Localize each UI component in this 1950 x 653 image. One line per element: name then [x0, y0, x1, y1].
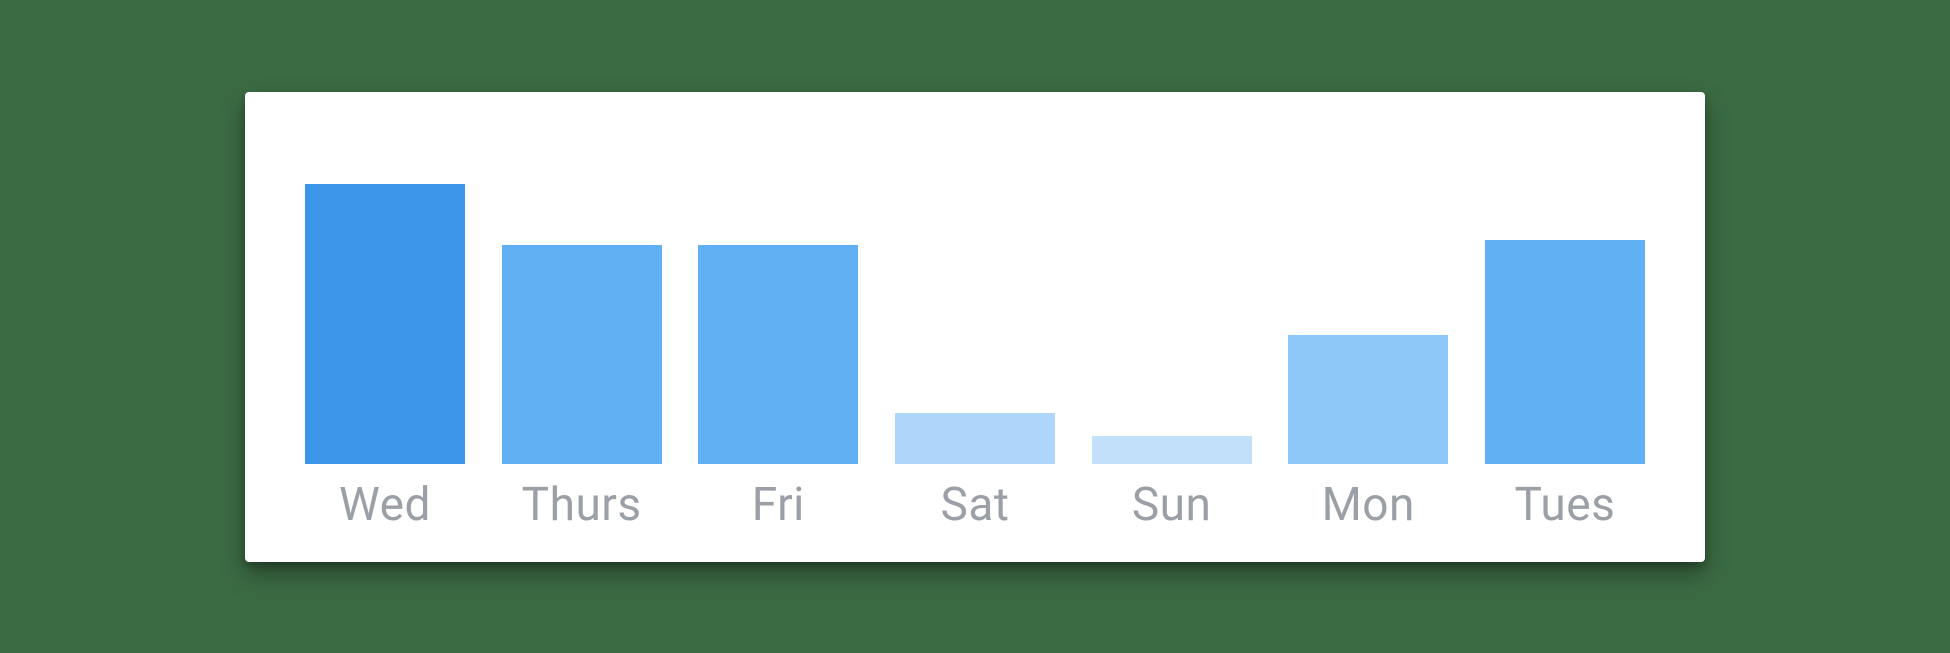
bar-col	[295, 184, 475, 464]
x-label: Mon	[1278, 478, 1458, 532]
bar-thurs	[502, 245, 662, 463]
bar-col	[1475, 240, 1655, 464]
labels-row: Wed Thurs Fri Sat Sun Mon Tues	[285, 464, 1665, 532]
bar-col	[492, 245, 672, 463]
bar-wed	[305, 184, 465, 464]
chart-card: Wed Thurs Fri Sat Sun Mon Tues	[245, 92, 1705, 562]
chart-stage: Wed Thurs Fri Sat Sun Mon Tues	[0, 0, 1950, 653]
bar-col	[1082, 436, 1262, 464]
bar-sat	[895, 413, 1055, 463]
bar-col	[688, 245, 868, 463]
x-label: Fri	[688, 478, 868, 532]
bar-mon	[1288, 335, 1448, 464]
bar-col	[1278, 335, 1458, 464]
bar-sun	[1092, 436, 1252, 464]
x-label: Sat	[885, 478, 1065, 532]
x-label: Thurs	[492, 478, 672, 532]
bars-row	[285, 164, 1665, 464]
bar-tues	[1485, 240, 1645, 464]
bar-col	[885, 413, 1065, 463]
x-label: Wed	[295, 478, 475, 532]
x-label: Tues	[1475, 478, 1655, 532]
bar-fri	[698, 245, 858, 463]
x-label: Sun	[1082, 478, 1262, 532]
